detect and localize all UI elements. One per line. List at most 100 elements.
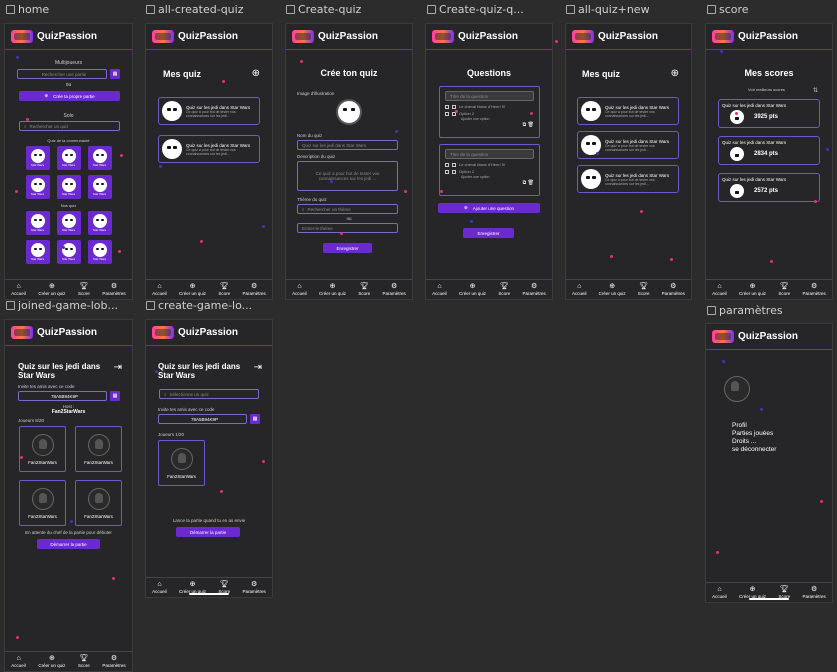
menu-item-games[interactable]: Parties jouées: [732, 430, 832, 438]
score-card[interactable]: Quiz sur les jedi dans Star Wars 3925 pt…: [718, 99, 820, 128]
decor-dot: [530, 112, 533, 115]
plus-circle-icon: ⊕: [48, 655, 55, 662]
nav-settings[interactable]: ⚙ Paramètres: [243, 581, 266, 594]
exit-icon[interactable]: ⇥: [114, 362, 122, 373]
profile-avatar[interactable]: [724, 376, 750, 402]
quiz-card[interactable]: Quiz sur les jedi dans Star Wars Ce quiz …: [577, 165, 679, 193]
quiz-tile[interactable]: Star Wars: [56, 240, 81, 264]
quiz-tile[interactable]: Star Wars: [87, 175, 112, 199]
theme-search-input[interactable]: ⌕ Rechercher un thème: [297, 204, 398, 214]
add-icon[interactable]: ⊕: [671, 68, 679, 79]
nav-home[interactable]: ⌂ Accueil: [432, 283, 447, 296]
score-card[interactable]: Quiz sur les jedi dans Star Wars 2572 pt…: [718, 173, 820, 202]
add-icon[interactable]: ⊕: [252, 68, 260, 79]
quiz-tile[interactable]: Star Wars: [87, 146, 112, 170]
nav-settings[interactable]: ⚙ Paramètres: [383, 283, 406, 296]
nav-settings[interactable]: ⚙ Paramètres: [803, 283, 826, 296]
nav-score[interactable]: 🏆︎ Score: [358, 283, 370, 296]
nav-create[interactable]: ⊕ Créer un quiz: [319, 283, 346, 296]
exit-icon[interactable]: ⇥: [254, 362, 262, 373]
theme-input[interactable]: Entrer le thème: [297, 223, 398, 233]
quiz-tile[interactable]: Star Wars: [87, 240, 112, 264]
nav-home[interactable]: ⌂ Accueil: [152, 581, 167, 594]
home-icon: ⌂: [717, 283, 722, 290]
quiz-tile[interactable]: Star Wars: [56, 211, 81, 235]
quiz-tile[interactable]: Star Wars: [87, 211, 112, 235]
quiz-tile[interactable]: Star Wars: [56, 146, 81, 170]
nav-score[interactable]: 🏆︎ Score: [638, 283, 650, 296]
quiz-card[interactable]: Quiz sur les jedi dans Star Wars Ce quiz …: [158, 135, 260, 163]
nav-settings[interactable]: ⚙ Paramètres: [243, 283, 266, 296]
question-title-input[interactable]: Titre de la question: [445, 91, 534, 101]
nav-score[interactable]: 🏆︎ Score: [778, 283, 790, 296]
gear-icon: ⚙: [531, 283, 538, 290]
nav-home[interactable]: ⌂ Accueil: [11, 655, 26, 668]
save-button[interactable]: Enregistrer: [463, 228, 514, 238]
nav-create[interactable]: ⊕ Créer un quiz: [599, 283, 626, 296]
copy-icon[interactable]: ⧉: [523, 180, 527, 186]
sort-icon[interactable]: ⇅: [813, 87, 818, 94]
nav-home[interactable]: ⌂ Accueil: [572, 283, 587, 296]
nav-settings[interactable]: ⚙ Paramètres: [102, 283, 125, 296]
vader-avatar-icon: [170, 447, 193, 470]
nav-home[interactable]: ⌂ Accueil: [152, 283, 167, 296]
nav-settings[interactable]: ⚙ Paramètres: [662, 283, 685, 296]
nav-create[interactable]: ⊕ Créer un quiz: [459, 283, 486, 296]
quiz-card[interactable]: Quiz sur les jedi dans Star Wars Ce quiz …: [158, 97, 260, 125]
add-option-link[interactable]: Ajouter une option: [461, 175, 534, 179]
nav-score[interactable]: 🏆︎ Score: [218, 283, 230, 296]
quiz-card[interactable]: Quiz sur les jedi dans Star Wars Ce quiz …: [577, 131, 679, 159]
start-game-button[interactable]: Démarrer la partie: [37, 539, 100, 549]
search-quiz-input[interactable]: ⌕ Rechercher un quiz: [19, 121, 120, 131]
add-option-link[interactable]: Ajouter une option: [461, 117, 534, 121]
question-title-input[interactable]: Titre de la question: [445, 149, 534, 159]
trash-icon[interactable]: 🗑︎: [528, 180, 534, 186]
quiz-description-input[interactable]: Ce quiz a pour but de tester vos connais…: [297, 161, 398, 191]
host-name: Fan2StarWars: [51, 409, 86, 415]
nav-create[interactable]: ⊕ Créer un quiz: [38, 283, 65, 296]
nav-settings[interactable]: ⚙ Paramètres: [102, 655, 125, 668]
copy-icon[interactable]: ⧉: [523, 122, 527, 128]
qr-code-icon[interactable]: ▦: [110, 391, 120, 401]
nav-create[interactable]: ⊕ Créer un quiz: [179, 283, 206, 296]
option-row[interactable]: Option 2: [445, 169, 534, 174]
nav-home[interactable]: ⌂ Accueil: [712, 283, 727, 296]
nav-create[interactable]: ⊕ Créer un quiz: [739, 283, 766, 296]
quiz-tile[interactable]: Star Wars: [25, 175, 50, 199]
nav-score[interactable]: 🏆︎ Score: [78, 283, 90, 296]
search-game-input[interactable]: Rechercher une partie: [17, 69, 107, 79]
nav-home[interactable]: ⌂ Accueil: [292, 283, 307, 296]
menu-item-logout[interactable]: se déconnecter: [732, 446, 832, 454]
quiz-tile[interactable]: Star Wars: [56, 175, 81, 199]
nav-settings[interactable]: ⚙ Paramètres: [803, 586, 826, 599]
trash-icon[interactable]: 🗑︎: [528, 122, 534, 128]
image-picker[interactable]: [336, 99, 362, 125]
start-game-button[interactable]: Démarrer la partie: [176, 527, 240, 537]
option-row[interactable]: Le cheval blanc d'Henri IV: [445, 104, 534, 109]
nav-score[interactable]: 🏆︎ Score: [498, 283, 510, 296]
stormtrooper-icon: [61, 214, 76, 228]
quiz-tile[interactable]: Star Wars: [25, 240, 50, 264]
quiz-name-input[interactable]: Quiz sur les jedi dans Star Wars: [297, 140, 398, 150]
select-quiz-input[interactable]: ⌕ Sélectionne un quiz: [159, 389, 259, 399]
add-question-button[interactable]: ⊕ Ajouter une question: [438, 203, 540, 213]
score-card[interactable]: Quiz sur les jedi dans Star Wars 2834 pt…: [718, 136, 820, 165]
nav-create[interactable]: ⊕ Créer un quiz: [38, 655, 65, 668]
quiz-card[interactable]: Quiz sur les jedi dans Star Wars Ce quiz …: [577, 97, 679, 125]
option-row[interactable]: Option 2: [445, 111, 534, 116]
qr-scan-icon[interactable]: ▦: [110, 69, 120, 79]
quiz-tile[interactable]: Star Wars: [25, 146, 50, 170]
quiz-tile[interactable]: Star Wars: [25, 211, 50, 235]
menu-item-profile[interactable]: Profil: [732, 422, 832, 430]
nav-home[interactable]: ⌂ Accueil: [11, 283, 26, 296]
save-button[interactable]: Enregistrer: [323, 243, 372, 253]
nav-settings[interactable]: ⚙ Paramètres: [523, 283, 546, 296]
decor-dot: [596, 152, 599, 155]
stormtrooper-icon: [30, 178, 45, 192]
create-game-button[interactable]: ⊕ Crée ta propre partie: [19, 91, 120, 101]
nav-score[interactable]: 🏆︎ Score: [78, 655, 90, 668]
qr-code-icon[interactable]: ▦: [250, 414, 260, 424]
nav-home[interactable]: ⌂ Accueil: [712, 586, 727, 599]
option-row[interactable]: Le cheval blanc d'Henri IV: [445, 162, 534, 167]
menu-item-rights[interactable]: Droits ...: [732, 438, 832, 446]
